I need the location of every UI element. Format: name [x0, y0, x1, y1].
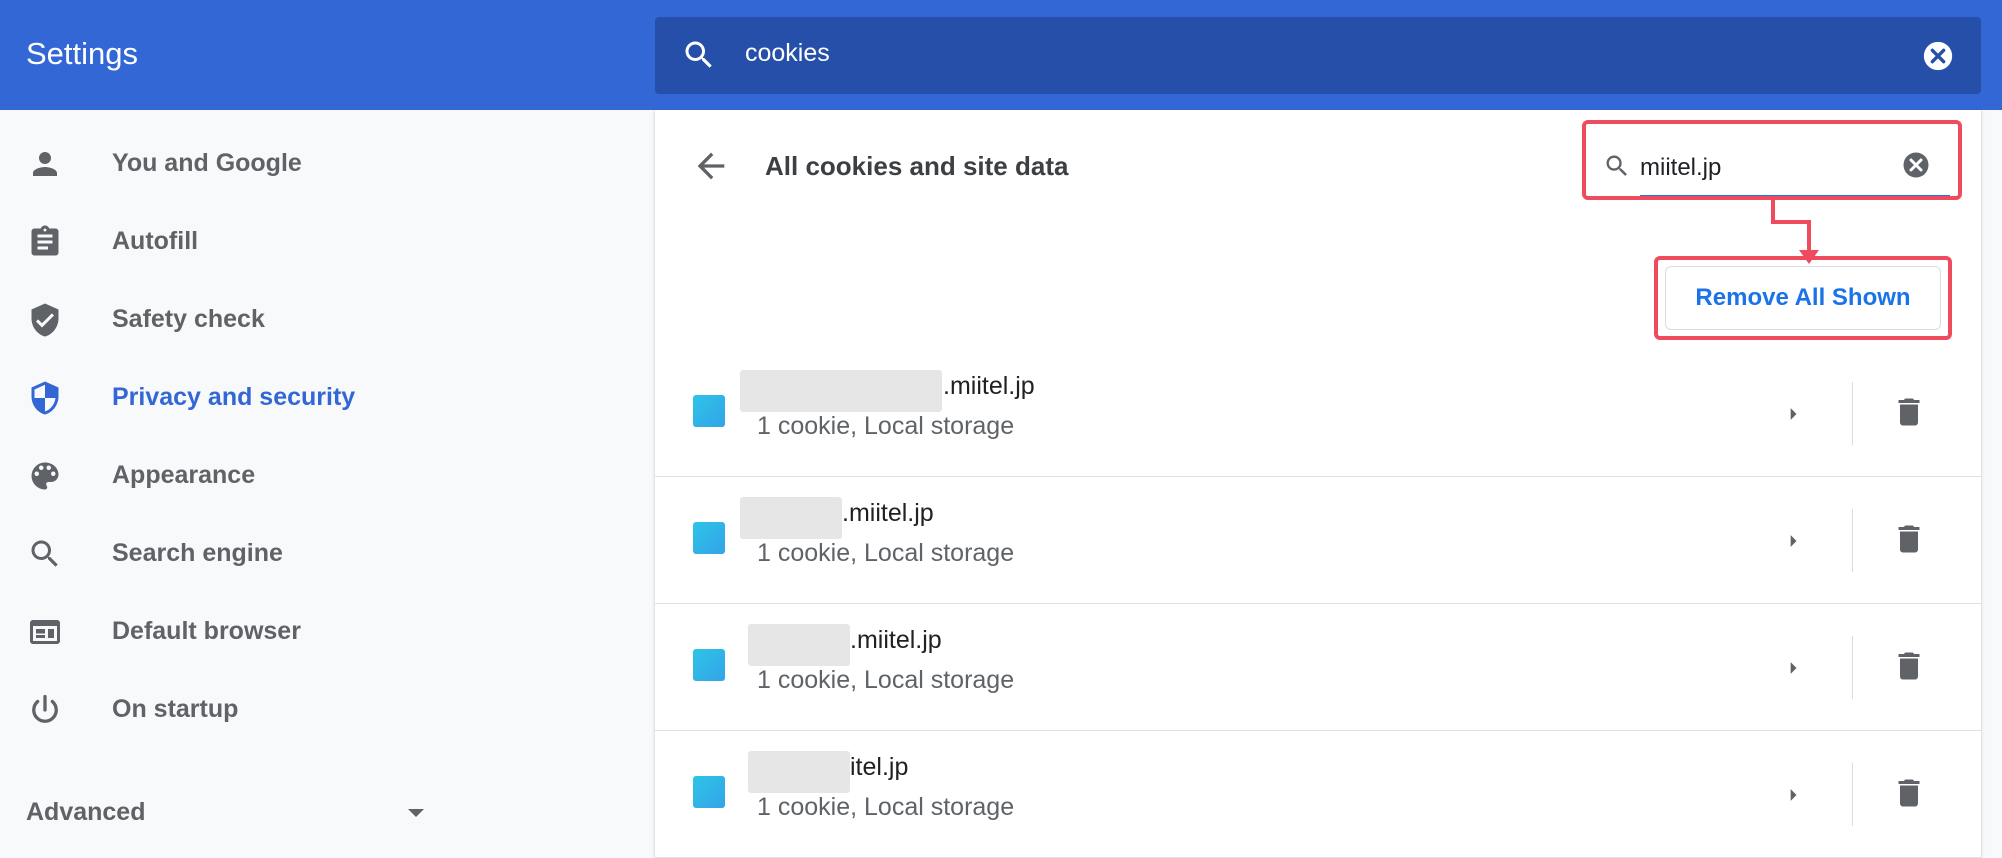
sidebar-item-label: Default browser [112, 617, 301, 645]
settings-search-input[interactable]: cookies [745, 39, 830, 68]
row-divider [1852, 509, 1853, 572]
cookies-panel: All cookies and site data miitel.jp Remo… [655, 110, 1981, 858]
redacted-subdomain [740, 370, 942, 412]
sidebar-item-label: You and Google [112, 149, 302, 177]
sidebar-item-you-and-google[interactable]: You and Google [0, 125, 640, 203]
sidebar-item-label: Search engine [112, 539, 283, 567]
advanced-toggle[interactable]: Advanced [26, 790, 436, 834]
sidebar-item-default-browser[interactable]: Default browser [0, 593, 640, 671]
filter-highlight-box [1582, 120, 1962, 200]
site-favicon-icon [693, 522, 725, 554]
cookie-description: 1 cookie, Local storage [757, 412, 1015, 440]
row-divider [1852, 382, 1853, 445]
expand-arrow-icon[interactable] [1779, 781, 1807, 814]
settings-search-box[interactable]: cookies [655, 17, 1981, 94]
page-title: Settings [26, 36, 139, 71]
sidebar-item-label: Autofill [112, 227, 199, 255]
person-icon [27, 146, 63, 182]
redacted-subdomain [748, 624, 850, 666]
sidebar-item-safety-check[interactable]: Safety check [0, 281, 640, 359]
delete-trash-icon[interactable] [1891, 394, 1927, 435]
cookie-description: 1 cookie, Local storage [757, 539, 1015, 567]
sidebar-item-label: On startup [112, 695, 239, 723]
expand-arrow-icon[interactable] [1779, 654, 1807, 687]
search-icon [681, 37, 717, 78]
shield-check-icon [27, 302, 63, 338]
expand-arrow-icon[interactable] [1779, 527, 1807, 560]
panel-title: All cookies and site data [765, 151, 1069, 181]
cookie-row[interactable]: .miitel.jp 1 cookie, Local storage [655, 350, 1981, 477]
row-divider [1852, 763, 1853, 826]
site-favicon-icon [693, 649, 725, 681]
back-arrow-icon[interactable] [691, 146, 731, 186]
advanced-label: Advanced [26, 798, 146, 826]
sidebar-item-privacy-and-security[interactable]: Privacy and security [0, 359, 640, 437]
delete-trash-icon[interactable] [1891, 775, 1927, 816]
sidebar: You and Google Autofill Safety check Pri… [0, 110, 655, 858]
site-favicon-icon [693, 776, 725, 808]
search-icon [27, 536, 63, 572]
delete-trash-icon[interactable] [1891, 648, 1927, 689]
sidebar-item-autofill[interactable]: Autofill [0, 203, 640, 281]
sidebar-item-label: Safety check [112, 305, 265, 333]
redacted-subdomain [740, 497, 842, 539]
remove-button-highlight-box [1654, 256, 1952, 340]
clear-search-icon[interactable] [1921, 39, 1955, 78]
cookie-row[interactable]: itel.jp 1 cookie, Local storage [655, 731, 1981, 858]
sidebar-item-appearance[interactable]: Appearance [0, 437, 640, 515]
power-icon [27, 692, 63, 728]
cookie-domain: .miitel.jp [943, 372, 1035, 400]
sidebar-item-search-engine[interactable]: Search engine [0, 515, 640, 593]
cookie-domain: .miitel.jp [850, 626, 942, 654]
palette-icon [27, 458, 63, 494]
delete-trash-icon[interactable] [1891, 521, 1927, 562]
expand-arrow-icon[interactable] [1779, 400, 1807, 433]
cookie-row[interactable]: .miitel.jp 1 cookie, Local storage [655, 477, 1981, 604]
sidebar-item-label: Privacy and security [112, 383, 356, 411]
row-divider [1852, 636, 1853, 699]
cookie-domain: itel.jp [850, 753, 909, 781]
sidebar-item-label: Appearance [112, 461, 256, 489]
cookie-domain: .miitel.jp [842, 499, 934, 527]
browser-window-icon [27, 614, 63, 650]
cookie-description: 1 cookie, Local storage [757, 666, 1015, 694]
clipboard-icon [27, 224, 63, 260]
redacted-subdomain [748, 751, 850, 793]
shield-half-icon [27, 380, 63, 416]
top-bar: Settings cookies [0, 0, 2002, 110]
site-favicon-icon [693, 395, 725, 427]
cookie-row[interactable]: .miitel.jp 1 cookie, Local storage [655, 604, 1981, 731]
sidebar-item-on-startup[interactable]: On startup [0, 671, 640, 749]
caret-down-icon [406, 806, 426, 824]
cookie-description: 1 cookie, Local storage [757, 793, 1015, 821]
